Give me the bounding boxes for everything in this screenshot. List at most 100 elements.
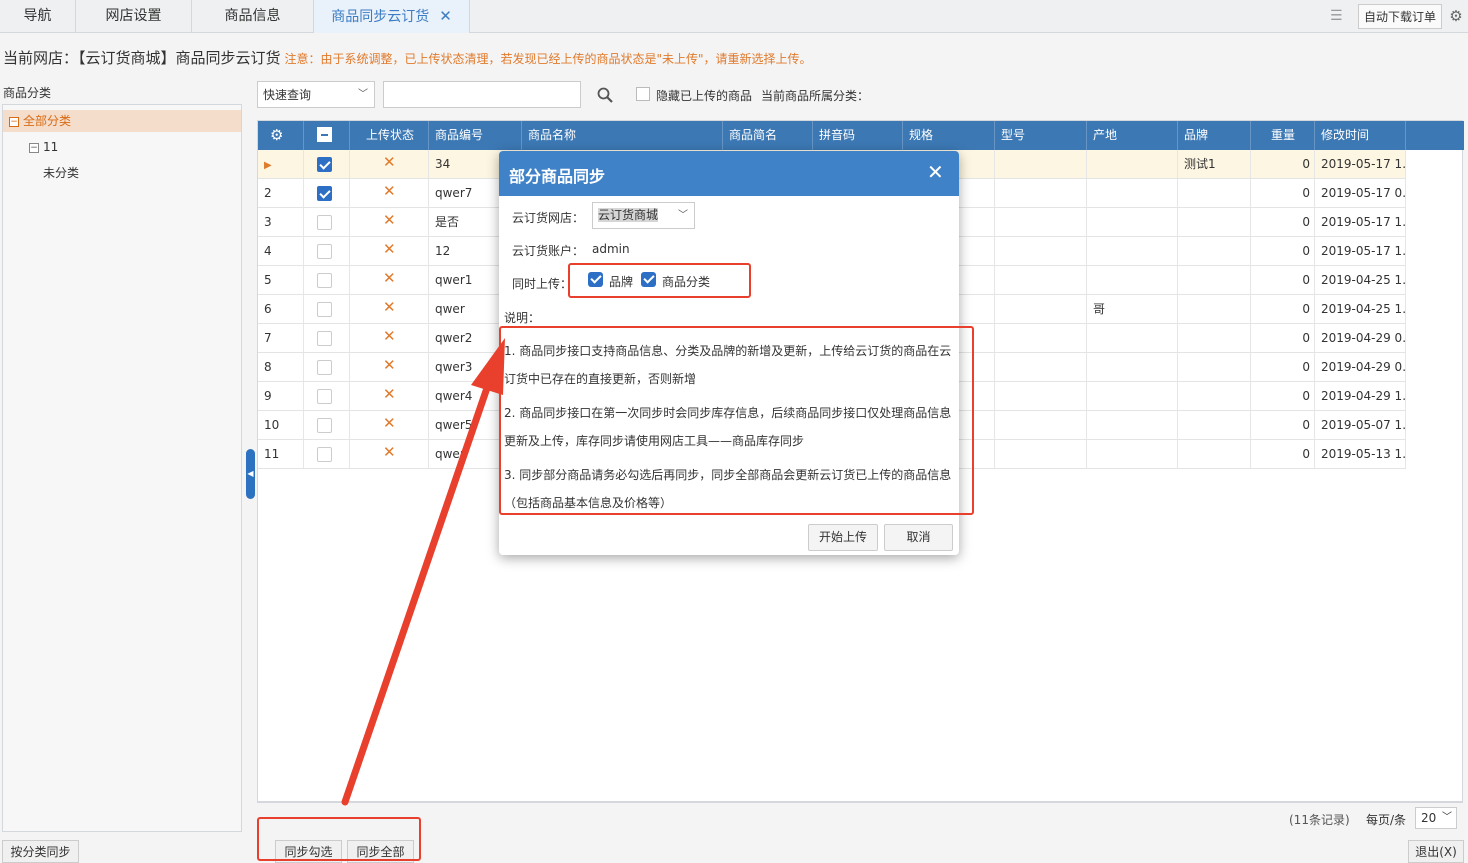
row-checkbox[interactable] (317, 273, 332, 288)
cell-origin (1087, 353, 1178, 381)
header-brand[interactable]: 品牌 (1178, 121, 1251, 150)
row-select (304, 353, 350, 381)
row-select (304, 411, 350, 439)
row-checkbox[interactable] (317, 389, 332, 404)
cell-weight: 0 (1251, 382, 1315, 410)
header-name[interactable]: 商品名称 (522, 121, 723, 150)
row-number: 10 (258, 411, 304, 439)
cell-model (995, 237, 1087, 265)
tree-item-11[interactable]: −11 (29, 136, 58, 158)
annotation-box-description (499, 326, 974, 515)
tab-goods-info[interactable]: 商品信息 (192, 0, 314, 33)
cell-origin (1087, 411, 1178, 439)
quick-search-select[interactable]: 快速查询 ﹀ (257, 81, 375, 108)
start-upload-button[interactable]: 开始上传 (808, 524, 878, 551)
header-short-name[interactable]: 商品简名 (723, 121, 813, 150)
cell-time: 2019-05-17 1... (1315, 237, 1406, 265)
upload-status: ✕ (350, 179, 429, 207)
cell-origin (1087, 179, 1178, 207)
header-select-all[interactable] (304, 121, 350, 150)
row-select (304, 295, 350, 323)
tree-item-uncategorized[interactable]: 未分类 (43, 162, 79, 184)
upload-status: ✕ (350, 440, 429, 468)
header-origin[interactable]: 产地 (1087, 121, 1178, 150)
tree-item-all[interactable]: − 全部分类 (3, 110, 241, 132)
row-select (304, 179, 350, 207)
cell-time: 2019-05-07 1... (1315, 411, 1406, 439)
row-number: 9 (258, 382, 304, 410)
tab-label: 商品信息 (224, 8, 281, 24)
cell-weight: 0 (1251, 295, 1315, 323)
header-model[interactable]: 型号 (995, 121, 1087, 150)
account-label: 云订货账户： (512, 244, 585, 258)
row-number: ▶ (258, 150, 304, 178)
row-select (304, 208, 350, 236)
header-code[interactable]: 商品编号 (429, 121, 522, 150)
gear-icon[interactable]: ⚙ (264, 126, 283, 144)
row-checkbox[interactable] (317, 157, 332, 172)
tab-shop-settings[interactable]: 网店设置 (76, 0, 192, 33)
shop-select[interactable]: 云订货商城 ﹀ (592, 202, 695, 229)
row-checkbox[interactable] (317, 331, 332, 346)
row-select (304, 266, 350, 294)
page-size-select[interactable]: 20 ﹀ (1415, 807, 1457, 829)
cell-origin (1087, 266, 1178, 294)
chevron-down-icon: ﹀ (678, 210, 688, 221)
select-all-checkbox[interactable] (317, 127, 332, 142)
collapse-icon[interactable]: − (9, 116, 19, 127)
cancel-button[interactable]: 取消 (884, 524, 953, 551)
not-uploaded-icon: ✕ (383, 182, 396, 200)
close-icon[interactable]: ✕ (439, 7, 452, 25)
cell-weight: 0 (1251, 324, 1315, 352)
not-uploaded-icon: ✕ (383, 153, 396, 171)
row-checkbox[interactable] (317, 186, 332, 201)
search-icon[interactable] (596, 86, 614, 104)
quick-search-value: 快速查询 (263, 88, 312, 102)
cell-origin (1087, 237, 1178, 265)
exit-button[interactable]: 退出(X) (1408, 840, 1464, 863)
row-checkbox[interactable] (317, 244, 332, 259)
tab-goods-sync[interactable]: 商品同步云订货 ✕ (314, 0, 470, 33)
upload-status: ✕ (350, 266, 429, 294)
close-icon[interactable]: ✕ (927, 161, 944, 183)
record-count: (11条记录) (1289, 813, 1350, 827)
cell-model (995, 266, 1087, 294)
dialog-header: 部分商品同步 ✕ (499, 151, 959, 196)
upload-status: ✕ (350, 382, 429, 410)
hide-uploaded-checkbox[interactable] (636, 87, 650, 101)
cell-origin: 哥 (1087, 295, 1178, 323)
row-checkbox[interactable] (317, 302, 332, 317)
cell-origin (1087, 382, 1178, 410)
cell-weight: 0 (1251, 208, 1315, 236)
not-uploaded-icon: ✕ (383, 211, 396, 229)
cell-brand (1178, 411, 1251, 439)
cell-weight: 0 (1251, 150, 1315, 178)
sync-by-category-button[interactable]: 按分类同步 (2, 840, 79, 863)
list-icon[interactable]: ☰ (1330, 8, 1348, 24)
column-settings[interactable]: ⚙ (258, 121, 304, 150)
cell-weight: 0 (1251, 266, 1315, 294)
row-checkbox[interactable] (317, 360, 332, 375)
tab-nav[interactable]: 导航 (0, 0, 76, 33)
collapse-icon[interactable]: − (29, 142, 39, 153)
collapse-handle-icon[interactable]: ◀ (246, 449, 255, 499)
row-number: 8 (258, 353, 304, 381)
cell-time: 2019-04-29 1... (1315, 382, 1406, 410)
header-spec[interactable]: 规格 (903, 121, 995, 150)
row-checkbox[interactable] (317, 418, 332, 433)
header-modified-time[interactable]: 修改时间 (1315, 121, 1406, 150)
tab-label: 导航 (23, 8, 52, 24)
not-uploaded-icon: ✕ (383, 327, 396, 345)
row-checkbox[interactable] (317, 215, 332, 230)
cell-model (995, 179, 1087, 207)
search-input[interactable] (383, 81, 581, 108)
header-upload-status[interactable]: 上传状态 (350, 121, 429, 150)
gear-icon[interactable]: ⚙ (1447, 7, 1465, 25)
account-value: admin (592, 242, 630, 256)
cell-origin (1087, 440, 1178, 468)
cell-model (995, 353, 1087, 381)
auto-download-button[interactable]: 自动下载订单 (1358, 4, 1442, 29)
header-pinyin[interactable]: 拼音码 (813, 121, 903, 150)
header-weight[interactable]: 重量 (1251, 121, 1315, 150)
row-checkbox[interactable] (317, 447, 332, 462)
